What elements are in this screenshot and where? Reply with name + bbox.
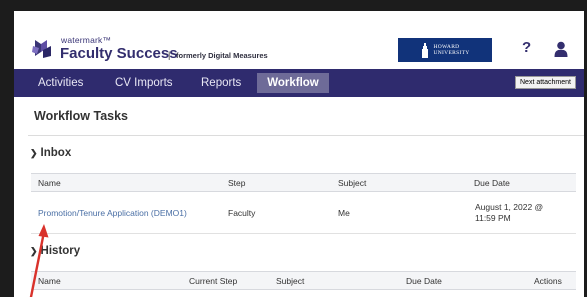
nav-activities[interactable]: Activities bbox=[38, 77, 83, 89]
history-toggle[interactable]: ❯ History bbox=[30, 245, 80, 257]
col-subject[interactable]: Subject bbox=[276, 276, 304, 286]
col-due-date[interactable]: Due Date bbox=[406, 276, 442, 286]
university-tower-icon bbox=[421, 42, 428, 58]
due-time-line: 11:59 PM bbox=[475, 213, 511, 223]
row-subject: Me bbox=[338, 208, 350, 218]
col-step[interactable]: Step bbox=[228, 178, 246, 188]
page-title: Workflow Tasks bbox=[34, 109, 129, 123]
nav-reports[interactable]: Reports bbox=[201, 77, 241, 89]
col-name[interactable]: Name bbox=[38, 276, 61, 286]
col-name[interactable]: Name bbox=[38, 178, 61, 188]
row-due-date: August 1, 2022 @ 11:59 PM bbox=[475, 202, 543, 224]
col-actions[interactable]: Actions bbox=[534, 276, 562, 286]
row-step: Faculty bbox=[228, 208, 256, 218]
nav-workflow[interactable]: Workflow bbox=[257, 73, 329, 93]
watermark-logo-icon[interactable] bbox=[31, 36, 55, 60]
divider bbox=[28, 135, 584, 136]
nav-cv-imports[interactable]: CV Imports bbox=[115, 77, 173, 89]
row-divider bbox=[31, 233, 576, 234]
brand-title[interactable]: Faculty Success bbox=[60, 45, 178, 62]
workflow-task-link[interactable]: Promotion/Tenure Application (DEMO1) bbox=[38, 208, 187, 218]
user-icon[interactable] bbox=[554, 41, 568, 57]
main-nav: Activities CV Imports Reports Workflow N… bbox=[14, 69, 584, 97]
history-heading: History bbox=[40, 245, 81, 257]
university-logo[interactable]: HOWARD UNIVERSITY bbox=[398, 38, 492, 62]
brand-watermark: watermark™ bbox=[61, 35, 112, 45]
question-icon[interactable]: ? bbox=[522, 39, 531, 56]
inbox-table-header: Name Step Subject Due Date bbox=[31, 173, 576, 192]
university-name: HOWARD UNIVERSITY bbox=[434, 44, 470, 56]
inbox-toggle[interactable]: ❯ Inbox bbox=[30, 147, 71, 159]
app-header: watermark™ Faculty Success | formerly Di… bbox=[14, 11, 584, 69]
chevron-down-icon: ❯ bbox=[30, 147, 38, 158]
brand-formerly: formerly Digital Measures bbox=[176, 51, 268, 60]
app-window: watermark™ Faculty Success | formerly Di… bbox=[14, 11, 584, 297]
col-due-date[interactable]: Due Date bbox=[474, 178, 510, 188]
col-current-step[interactable]: Current Step bbox=[189, 276, 237, 286]
chevron-down-icon: ❯ bbox=[30, 245, 38, 256]
due-date-line: August 1, 2022 @ bbox=[475, 202, 544, 212]
brand-separator: | bbox=[168, 50, 171, 60]
inbox-heading: Inbox bbox=[40, 147, 72, 159]
col-subject[interactable]: Subject bbox=[338, 178, 366, 188]
history-table-header: Name Current Step Subject Due Date Actio… bbox=[31, 271, 576, 290]
next-attachment-tooltip: Next attachment bbox=[515, 76, 576, 89]
university-line-2: UNIVERSITY bbox=[433, 50, 470, 56]
